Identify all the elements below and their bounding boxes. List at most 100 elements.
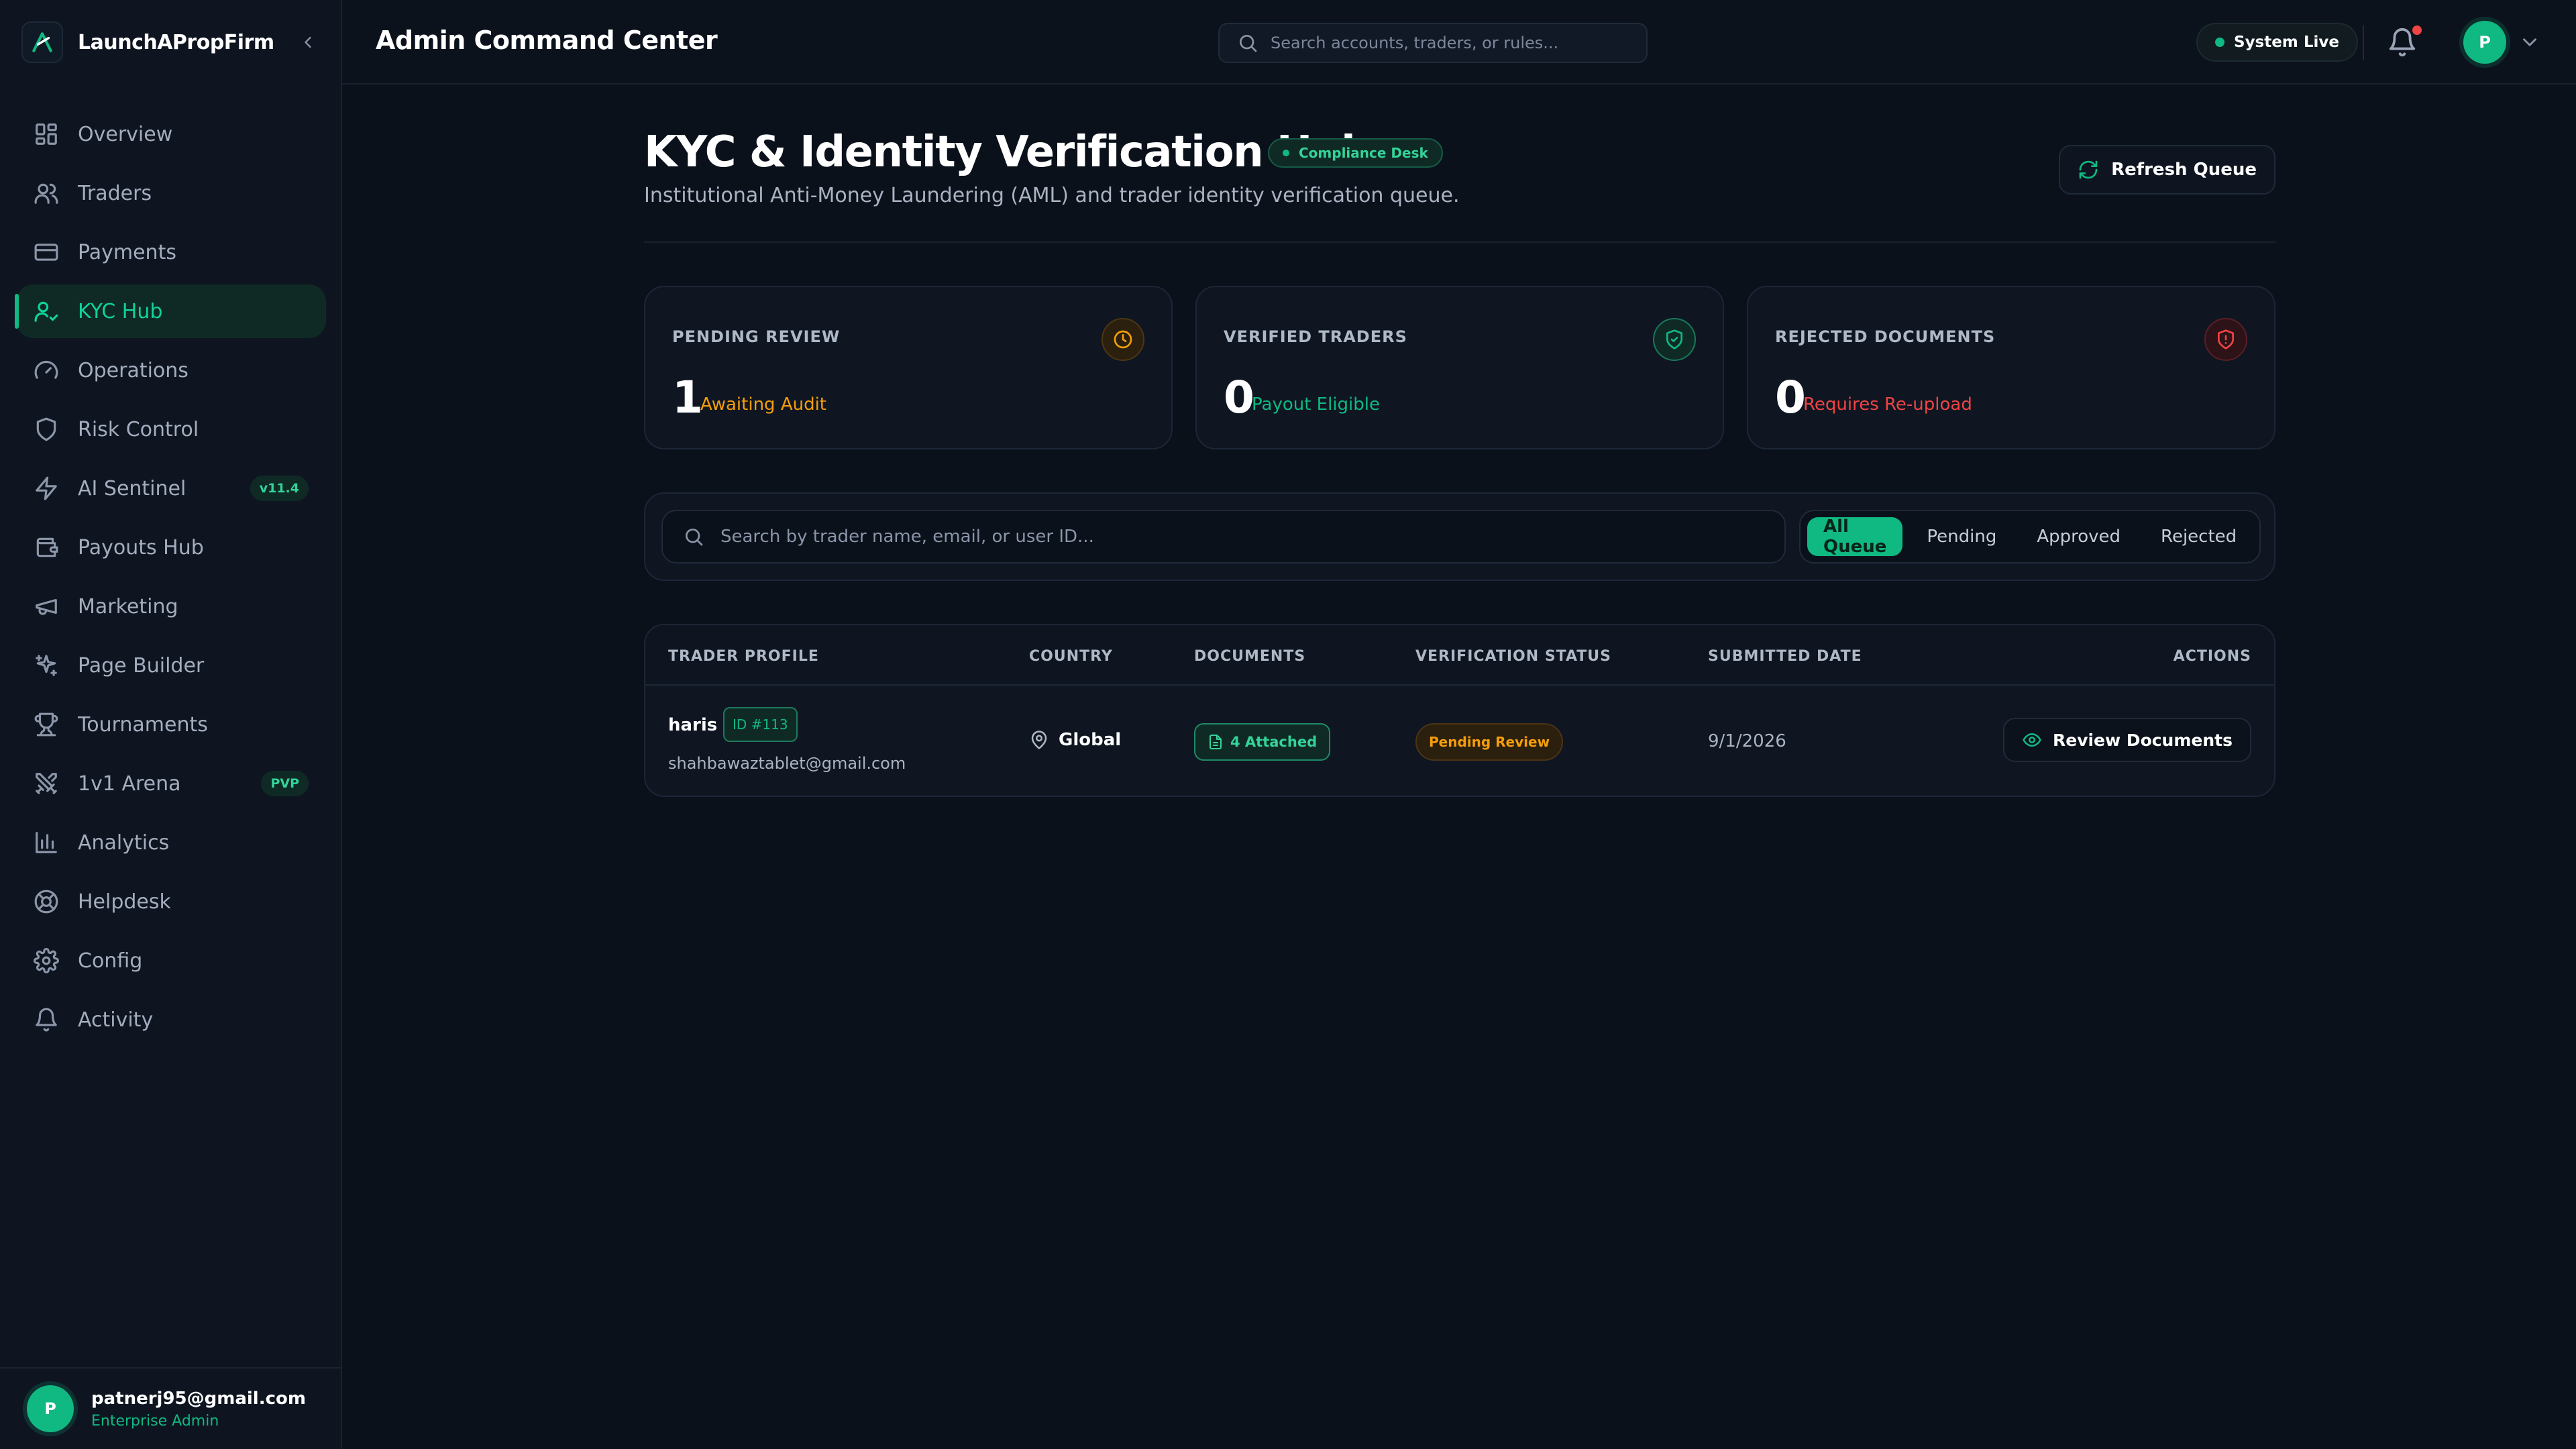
sidebar-item-label: Helpdesk <box>78 890 171 914</box>
stat-value: 0 <box>1775 372 1806 423</box>
status-filter-tabs: All Queue Pending Approved Rejected <box>1799 510 2261 564</box>
sidebar-item-payouts-hub[interactable]: Payouts Hub <box>16 521 326 574</box>
sidebar-item-label: Overview <box>78 122 173 146</box>
sidebar: LaunchAPropFirm Overview Traders Payment… <box>0 0 342 1449</box>
sidebar-item-label: Config <box>78 949 143 973</box>
sidebar-item-label: KYC Hub <box>78 299 163 323</box>
gear-icon <box>34 948 59 973</box>
search-icon <box>1240 35 1257 52</box>
file-icon <box>1210 735 1222 749</box>
sidebar-nav: Overview Traders Payments KYC Hub Operat… <box>15 107 326 1052</box>
queue-search[interactable] <box>661 510 1786 564</box>
main-content: KYC & Identity Verification Hub Complian… <box>644 85 2275 797</box>
documents-badge[interactable]: 4 Attached <box>1194 723 1331 761</box>
chevron-down-icon[interactable] <box>2518 31 2541 54</box>
sidebar-item-kyc-hub[interactable]: KYC Hub <box>15 284 326 338</box>
user-role: Enterprise Admin <box>91 1412 219 1430</box>
gauge-icon <box>34 360 58 379</box>
global-search-input[interactable] <box>1271 34 1646 52</box>
column-header: SUBMITTED DATE <box>1708 648 1862 665</box>
column-header: TRADER PROFILE <box>668 648 819 665</box>
submitted-date: 9/1/2026 <box>1708 731 1786 751</box>
stat-caption: Requires Re-upload <box>1803 394 1972 415</box>
sidebar-item-operations[interactable]: Operations <box>16 343 326 397</box>
refresh-label: Refresh Queue <box>2111 160 2257 180</box>
tab-all-queue[interactable]: All Queue <box>1807 517 1903 557</box>
sidebar-item-ai-sentinel[interactable]: AI Sentinel v11.4 <box>16 462 326 515</box>
sidebar-item-label: AI Sentinel <box>78 476 186 500</box>
sidebar-item-analytics[interactable]: Analytics <box>16 816 326 869</box>
trader-email: shahbawaztablet@gmail.com <box>668 754 906 773</box>
sidebar-item-config[interactable]: Config <box>16 934 326 987</box>
system-status-badge: System Live <box>2196 23 2358 62</box>
column-header: COUNTRY <box>1029 648 1113 665</box>
life-buoy-icon <box>34 890 58 914</box>
pvp-badge: PVP <box>261 771 309 796</box>
review-label: Review Documents <box>2052 730 2233 750</box>
sidebar-item-activity[interactable]: Activity <box>16 993 326 1046</box>
grid-icon <box>36 123 57 145</box>
sidebar-item-label: Risk Control <box>78 417 199 441</box>
avatar: P <box>27 1385 74 1432</box>
table-row[interactable]: haris ID #113 shahbawaztablet@gmail.com … <box>645 686 2274 796</box>
shield-check-icon <box>1653 318 1696 361</box>
megaphone-icon <box>36 598 57 615</box>
search-icon <box>686 529 703 546</box>
sidebar-item-1v1-arena[interactable]: 1v1 Arena PVP <box>16 757 326 810</box>
queue-search-input[interactable] <box>720 527 1767 547</box>
stats-row: PENDING REVIEW 1 Awaiting Audit VERIFIED… <box>644 286 2275 449</box>
collapse-sidebar-button[interactable] <box>295 30 321 55</box>
top-bar: Admin Command Center System Live P <box>342 0 2576 85</box>
sidebar-item-helpdesk[interactable]: Helpdesk <box>16 875 326 928</box>
chevron-left-icon <box>305 36 311 48</box>
sidebar-item-page-builder[interactable]: Page Builder <box>16 639 326 692</box>
refresh-icon <box>2079 160 2098 179</box>
stat-caption: Payout Eligible <box>1252 394 1381 415</box>
sidebar-item-label: Payouts Hub <box>78 535 204 559</box>
sidebar-item-payments[interactable]: Payments <box>16 225 326 279</box>
shield-icon <box>36 417 56 441</box>
sidebar-item-marketing[interactable]: Marketing <box>16 580 326 633</box>
refresh-queue-button[interactable]: Refresh Queue <box>2059 145 2275 195</box>
documents-label: 4 Attached <box>1230 734 1318 750</box>
brand[interactable]: LaunchAPropFirm <box>21 21 321 63</box>
sidebar-item-risk-control[interactable]: Risk Control <box>16 402 326 456</box>
badge-label: Compliance Desk <box>1299 145 1428 161</box>
page-title: KYC & Identity Verification Hub <box>644 127 1372 177</box>
brand-logo-icon <box>21 21 63 63</box>
sidebar-item-overview[interactable]: Overview <box>16 107 326 161</box>
sidebar-item-label: Operations <box>78 358 189 382</box>
column-header: ACTIONS <box>2173 648 2251 665</box>
stat-value: 0 <box>1224 372 1254 423</box>
stat-label: VERIFIED TRADERS <box>1224 327 1407 346</box>
tab-pending[interactable]: Pending <box>1911 517 2012 556</box>
sidebar-item-label: Page Builder <box>78 653 205 678</box>
shield-alert-icon <box>2204 318 2247 361</box>
bar-chart-icon <box>36 832 57 853</box>
status-badge: Pending Review <box>1415 723 1564 761</box>
country-cell: Global <box>1029 730 1121 750</box>
tab-approved[interactable]: Approved <box>2021 517 2137 556</box>
zap-icon <box>36 476 57 500</box>
trader-id-badge: ID #113 <box>723 707 798 742</box>
user-email: patnerj95@gmail.com <box>91 1388 306 1409</box>
trophy-icon <box>34 712 58 737</box>
column-header: VERIFICATION STATUS <box>1415 648 1612 665</box>
page-subtitle: Institutional Anti-Money Laundering (AML… <box>644 184 1460 207</box>
credit-card-icon <box>34 244 58 261</box>
country-label: Global <box>1059 730 1122 750</box>
status-dot-icon <box>2215 38 2224 47</box>
app-title: Admin Command Center <box>376 25 718 55</box>
sidebar-item-traders[interactable]: Traders <box>16 166 326 220</box>
notification-dot-icon <box>2412 25 2422 35</box>
global-search[interactable] <box>1218 23 1648 63</box>
system-status-label: System Live <box>2234 34 2339 51</box>
stat-label: PENDING REVIEW <box>672 327 841 346</box>
sidebar-item-tournaments[interactable]: Tournaments <box>16 698 326 751</box>
sidebar-item-label: Analytics <box>78 830 170 855</box>
bell-icon <box>36 1008 57 1032</box>
profile-avatar[interactable]: P <box>2463 21 2506 64</box>
review-documents-button[interactable]: Review Documents <box>2002 718 2251 762</box>
current-user[interactable]: P patnerj95@gmail.com Enterprise Admin <box>0 1367 342 1449</box>
tab-rejected[interactable]: Rejected <box>2145 517 2253 556</box>
